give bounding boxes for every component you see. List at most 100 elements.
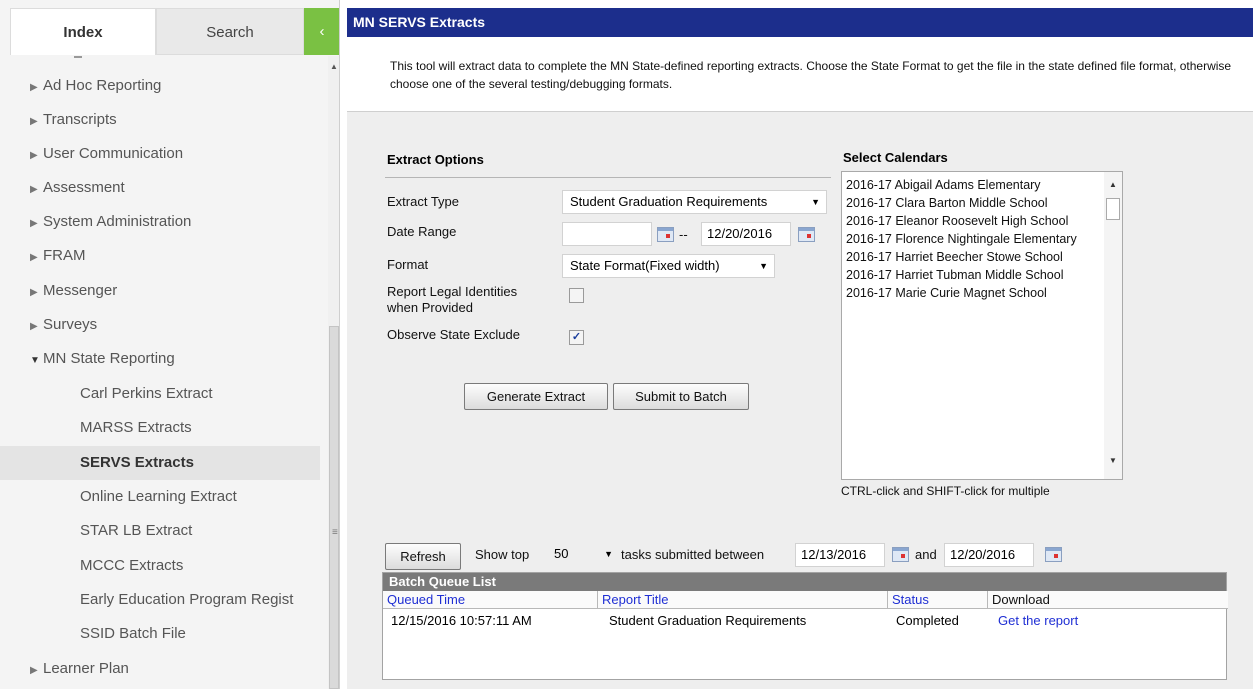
legal-identities-label: Report Legal Identities when Provided <box>387 284 517 316</box>
sidebar-item-learner-plan[interactable]: ▶ Learner Plan <box>0 652 320 686</box>
legal-identities-checkbox[interactable] <box>569 288 584 303</box>
scroll-up-arrow-icon[interactable]: ▲ <box>1109 180 1117 189</box>
calendar-option[interactable]: 2016-17 Harriet Beecher Stowe School <box>846 248 1098 266</box>
sidebar-subitem-mccc-extracts[interactable]: MCCC Extracts <box>0 549 320 583</box>
generate-extract-button[interactable]: Generate Extract <box>464 383 608 410</box>
scroll-down-arrow-icon[interactable]: ▼ <box>1109 456 1117 465</box>
sidebar-item-label: MARSS Extracts <box>80 419 192 436</box>
format-select[interactable]: State Format(Fixed width) ▼ <box>562 254 775 278</box>
tab-index[interactable]: Index <box>10 8 156 55</box>
column-header-queued-time[interactable]: Queued Time <box>383 591 598 609</box>
scrollbar-thumb[interactable]: ≡ <box>329 326 339 689</box>
sidebar-item-label: Surveys <box>43 316 98 333</box>
caret-right-icon: ▶ <box>30 287 38 298</box>
sidebar-subitem-carl-perkins-extract[interactable]: Carl Perkins Extract <box>0 377 320 411</box>
chevron-left-icon: ‹ <box>319 23 325 40</box>
sidebar-item-surveys[interactable]: ▶ Surveys <box>0 308 320 342</box>
calendar-option[interactable]: 2016-17 Eleanor Roosevelt High School <box>846 212 1098 230</box>
sidebar-scrollbar[interactable]: ▲ ≡ <box>328 56 339 689</box>
sidebar-subitem-servs-extracts[interactable]: SERVS Extracts <box>0 446 320 480</box>
sidebar-item-user-communication[interactable]: ▶ User Communication <box>0 137 320 171</box>
sidebar-subitem-ssid-batch-file[interactable]: SSID Batch File <box>0 617 320 651</box>
check-icon: ✓ <box>571 331 582 343</box>
chevron-down-icon: ▼ <box>759 261 768 271</box>
sidebar-item-messenger[interactable]: ▶ Messenger <box>0 274 320 308</box>
legal-identities-label-line2: when Provided <box>387 300 473 315</box>
calendar-option[interactable]: 2016-17 Marie Curie Magnet School <box>846 284 1098 302</box>
chevron-down-icon: ▼ <box>604 549 613 559</box>
observe-exclude-label: Observe State Exclude <box>387 327 520 342</box>
sidebar-item-transcripts[interactable]: ▶ Transcripts <box>0 103 320 137</box>
caret-down-icon: ▼ <box>30 355 40 366</box>
calendar-icon[interactable] <box>798 227 815 242</box>
show-top-select[interactable]: 50 ▼ <box>547 543 619 567</box>
observe-exclude-checkbox[interactable]: ✓ <box>569 330 584 345</box>
calendar-icon[interactable] <box>657 227 674 242</box>
collapse-sidebar-button[interactable]: ‹ <box>304 8 339 55</box>
caret-right-icon: ▶ <box>30 218 38 229</box>
nav-partial-item <box>74 56 82 62</box>
batch-queue-table: Batch Queue List Queued Time Report Titl… <box>382 572 1228 680</box>
calendar-icon[interactable] <box>1045 547 1062 562</box>
sidebar-item-ad-hoc-reporting[interactable]: ▶ Ad Hoc Reporting <box>0 69 320 103</box>
select-calendars-heading: Select Calendars <box>843 150 948 165</box>
calendar-option[interactable]: 2016-17 Clara Barton Middle School <box>846 194 1098 212</box>
date-range-start-input[interactable] <box>562 222 652 246</box>
get-report-link[interactable]: Get the report <box>994 611 1078 631</box>
sidebar-item-assessment[interactable]: ▶ Assessment <box>0 171 320 205</box>
caret-right-icon: ▶ <box>30 665 38 676</box>
sidebar-item-mn-state-reporting[interactable]: ▼ MN State Reporting <box>0 342 320 376</box>
batch-from-date-input[interactable]: 12/13/2016 <box>795 543 885 567</box>
sidebar-subitem-star-lb-extract[interactable]: STAR LB Extract <box>0 514 320 548</box>
calendar-list-scrollbar[interactable]: ▲ ▼ <box>1104 172 1122 479</box>
submit-to-batch-button[interactable]: Submit to Batch <box>613 383 749 410</box>
row-report-title: Student Graduation Requirements <box>609 613 807 628</box>
chevron-down-icon: ▼ <box>811 197 820 207</box>
calendar-option[interactable]: 2016-17 Abigail Adams Elementary <box>846 176 1098 194</box>
extract-options-heading: Extract Options <box>387 152 484 167</box>
sidebar-item-label: FRAM <box>43 247 86 264</box>
tab-search[interactable]: Search <box>156 8 304 55</box>
sidebar: Index Search ‹ ▶ Ad Hoc Reporting ▶ Transc… <box>0 0 340 689</box>
column-header-status[interactable]: Status <box>888 591 988 609</box>
main-panel: MN SERVS Extracts This tool will extract… <box>347 0 1253 689</box>
scrollbar-thumb[interactable] <box>1106 198 1120 220</box>
scroll-up-arrow-icon[interactable]: ▲ <box>330 62 338 71</box>
caret-right-icon: ▶ <box>30 116 38 127</box>
column-header-report-title[interactable]: Report Title <box>598 591 888 609</box>
sidebar-subitem-early-education-program[interactable]: Early Education Program Regist <box>0 583 320 617</box>
sidebar-item-label: SSID Batch File <box>80 625 186 642</box>
sidebar-nav: ▶ Ad Hoc Reporting ▶ Transcripts ▶ User Com… <box>0 56 320 689</box>
calendar-option[interactable]: 2016-17 Harriet Tubman Middle School <box>846 266 1098 284</box>
sidebar-item-label: Online Learning Extract <box>80 488 237 505</box>
date-range-end-input[interactable]: 12/20/2016 <box>701 222 791 246</box>
batch-to-date-input[interactable]: 12/20/2016 <box>944 543 1034 567</box>
caret-right-icon: ▶ <box>30 184 38 195</box>
caret-right-icon: ▶ <box>30 82 38 93</box>
caret-right-icon: ▶ <box>30 321 38 332</box>
calendar-option[interactable]: 2016-17 Florence Nightingale Elementary <box>846 230 1098 248</box>
extract-type-select[interactable]: Student Graduation Requirements ▼ <box>562 190 827 214</box>
page-title: MN SERVS Extracts <box>347 8 1253 37</box>
description-text: This tool will extract data to complete … <box>390 59 1232 91</box>
sidebar-item-fram[interactable]: ▶ FRAM <box>0 239 320 273</box>
format-label: Format <box>387 257 429 272</box>
calendar-icon[interactable] <box>892 547 909 562</box>
sidebar-subitem-marss-extracts[interactable]: MARSS Extracts <box>0 411 320 445</box>
legal-identities-label-line1: Report Legal Identities <box>387 284 518 299</box>
caret-right-icon: ▶ <box>30 150 38 161</box>
caret-right-icon: ▶ <box>30 252 38 263</box>
column-header-download: Download <box>988 591 1228 609</box>
row-status: Completed <box>896 613 959 628</box>
sidebar-item-label: Messenger <box>43 282 118 299</box>
sidebar-item-label: Transcripts <box>43 111 117 128</box>
sidebar-item-label: Ad Hoc Reporting <box>43 77 162 94</box>
sidebar-item-label: Assessment <box>43 179 125 196</box>
extract-type-value: Student Graduation Requirements <box>570 194 768 209</box>
sidebar-subitem-online-learning-extract[interactable]: Online Learning Extract <box>0 480 320 514</box>
sidebar-item-system-administration[interactable]: ▶ System Administration <box>0 205 320 239</box>
calendar-list[interactable]: 2016-17 Abigail Adams Elementary 2016-17… <box>841 171 1123 480</box>
refresh-button[interactable]: Refresh <box>385 543 461 570</box>
divider <box>385 177 831 178</box>
sidebar-item-label: STAR LB Extract <box>80 522 193 539</box>
